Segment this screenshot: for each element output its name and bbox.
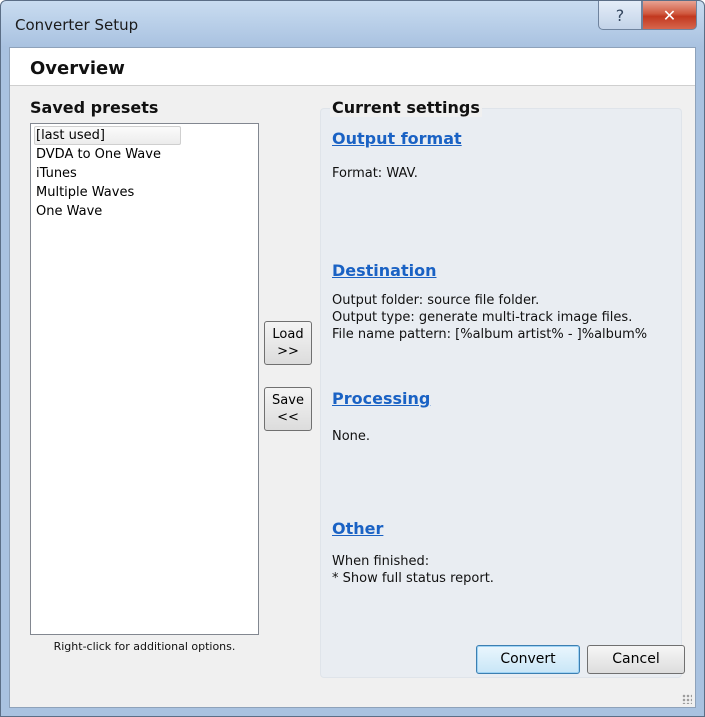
presets-hint: Right-click for additional options. <box>53 640 236 653</box>
output-format-link[interactable]: Output format <box>332 129 462 148</box>
page-title: Overview <box>30 58 125 79</box>
question-mark-icon: ? <box>615 5 625 25</box>
save-label: Save <box>272 393 304 408</box>
cancel-button[interactable]: Cancel <box>587 645 685 674</box>
preset-item-dvda-to-one-wave[interactable]: DVDA to One Wave <box>34 145 161 164</box>
save-arrow: << <box>277 410 299 425</box>
other-link[interactable]: Other <box>332 519 383 538</box>
destination-link[interactable]: Destination <box>332 261 437 280</box>
title-bar[interactable]: Converter Setup ? ✕ <box>1 1 704 47</box>
load-label: Load <box>272 327 304 342</box>
other-text: When finished: * Show full status report… <box>332 554 494 586</box>
load-button[interactable]: Load >> <box>264 321 312 365</box>
converter-setup-window: Converter Setup ? ✕ Overview Saved prese… <box>0 0 705 717</box>
preset-item-last-used[interactable]: [last used] <box>34 126 181 145</box>
preset-item-multiple-waves[interactable]: Multiple Waves <box>34 183 134 202</box>
output-format-text: Format: WAV. <box>332 166 418 181</box>
close-button[interactable]: ✕ <box>642 1 697 30</box>
help-button[interactable]: ? <box>598 1 642 30</box>
save-button[interactable]: Save << <box>264 387 312 431</box>
saved-presets-title: Saved presets <box>30 98 159 117</box>
processing-link[interactable]: Processing <box>332 389 430 408</box>
header-band: Overview <box>10 48 695 86</box>
preset-item-itunes[interactable]: iTunes <box>34 164 77 183</box>
load-arrow: >> <box>277 344 299 359</box>
resize-grip-icon[interactable] <box>682 694 692 704</box>
close-icon: ✕ <box>662 5 677 25</box>
preset-item-one-wave[interactable]: One Wave <box>34 202 102 221</box>
dialog-client-area: Overview Saved presets [last used] DVDA … <box>9 47 696 708</box>
convert-button[interactable]: Convert <box>476 645 580 674</box>
processing-text: None. <box>332 429 371 444</box>
window-title: Converter Setup <box>15 16 139 34</box>
saved-presets-list[interactable]: [last used] DVDA to One Wave iTunes Mult… <box>30 123 259 635</box>
current-settings-title: Current settings <box>330 98 482 117</box>
destination-text: Output folder: source file folder. Outpu… <box>332 293 648 342</box>
